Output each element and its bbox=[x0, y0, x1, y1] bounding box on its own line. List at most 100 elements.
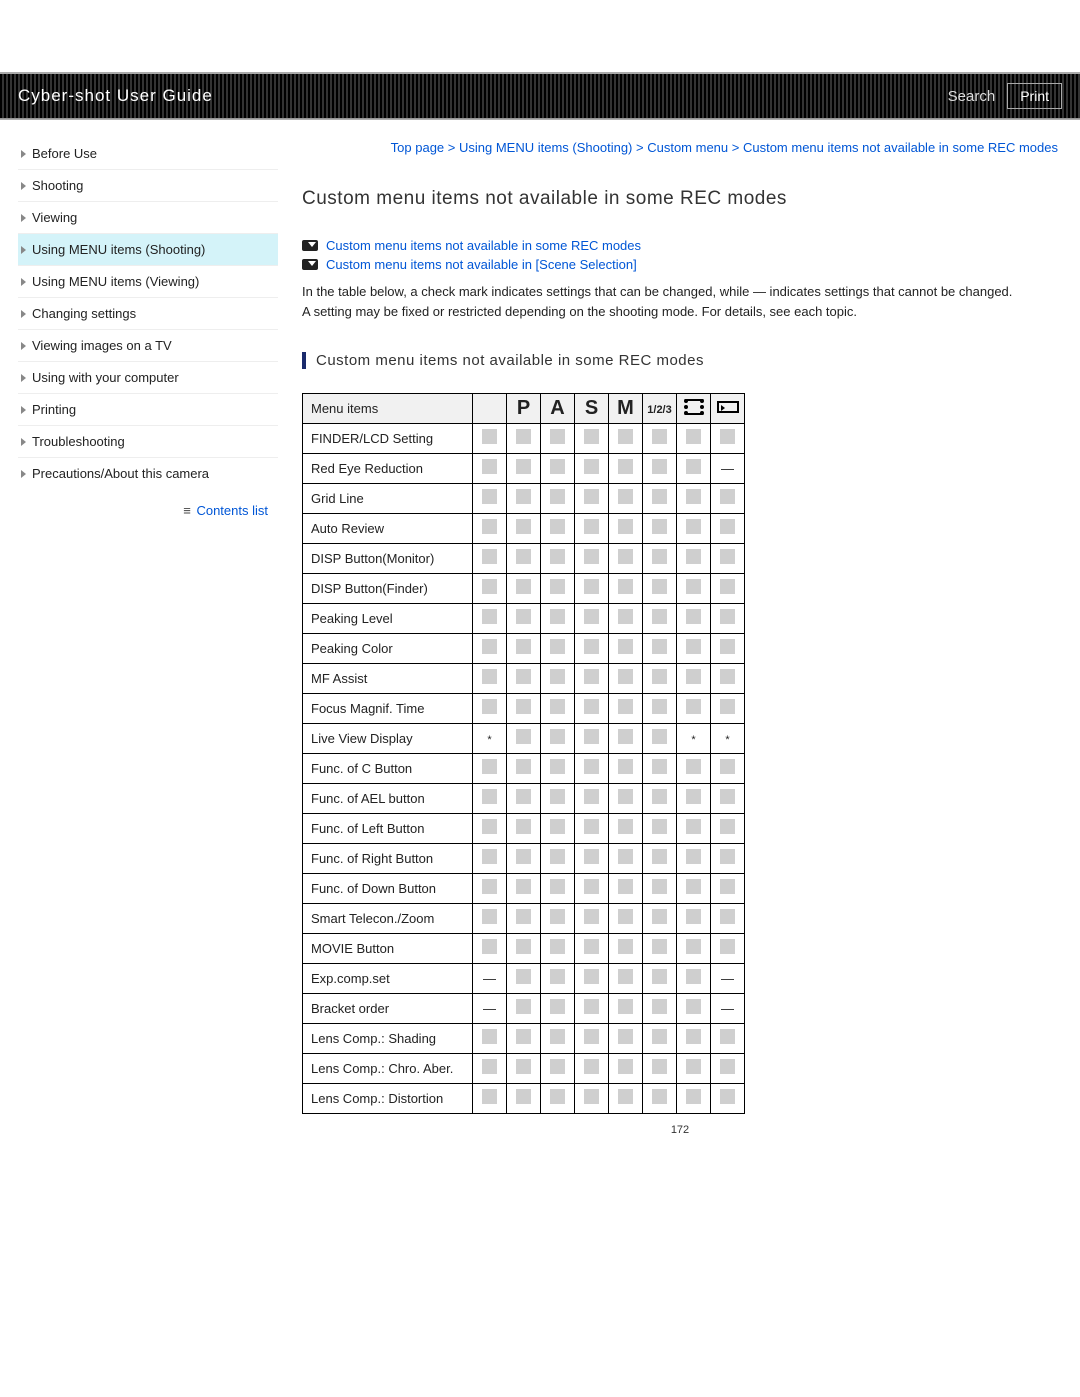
check-icon bbox=[652, 429, 667, 444]
cell bbox=[473, 453, 507, 483]
check-icon bbox=[618, 759, 633, 774]
breadcrumb-link[interactable]: Top page bbox=[391, 140, 445, 155]
jump-link[interactable]: Custom menu items not available in [Scen… bbox=[326, 257, 637, 272]
cell bbox=[473, 903, 507, 933]
table-row: Lens Comp.: Chro. Aber. bbox=[303, 1053, 745, 1083]
sidebar-item[interactable]: Precautions/About this camera bbox=[18, 457, 278, 489]
contents-list-row: ≡ Contents list bbox=[18, 489, 278, 518]
cell: — bbox=[473, 963, 507, 993]
check-icon bbox=[652, 1029, 667, 1044]
print-button[interactable]: Print bbox=[1007, 83, 1062, 109]
breadcrumb-link[interactable]: Custom menu bbox=[647, 140, 728, 155]
jump-link[interactable]: Custom menu items not available in some … bbox=[326, 238, 641, 253]
check-icon bbox=[686, 519, 701, 534]
cell bbox=[677, 1023, 711, 1053]
app-title: Cyber-shot User Guide bbox=[18, 86, 213, 106]
cell bbox=[643, 663, 677, 693]
check-icon bbox=[686, 549, 701, 564]
cell bbox=[609, 783, 643, 813]
check-icon bbox=[686, 429, 701, 444]
table-row: Auto Review bbox=[303, 513, 745, 543]
check-icon bbox=[482, 879, 497, 894]
sidebar-item[interactable]: Printing bbox=[18, 393, 278, 425]
check-icon bbox=[618, 789, 633, 804]
cell bbox=[711, 543, 745, 573]
sidebar-item[interactable]: Changing settings bbox=[18, 297, 278, 329]
cell bbox=[541, 993, 575, 1023]
cell bbox=[643, 903, 677, 933]
cell bbox=[643, 723, 677, 753]
cell bbox=[575, 633, 609, 663]
check-icon bbox=[482, 789, 497, 804]
check-icon bbox=[618, 489, 633, 504]
sidebar-item[interactable]: Using MENU items (Viewing) bbox=[18, 265, 278, 297]
sidebar-item[interactable]: Viewing images on a TV bbox=[18, 329, 278, 361]
check-icon bbox=[516, 969, 531, 984]
cell bbox=[575, 1053, 609, 1083]
sidebar-item[interactable]: Shooting bbox=[18, 169, 278, 201]
check-icon bbox=[618, 429, 633, 444]
breadcrumb-link[interactable]: Custom menu items not available in some … bbox=[743, 140, 1058, 155]
cell bbox=[473, 603, 507, 633]
check-icon bbox=[584, 1059, 599, 1074]
check-icon bbox=[686, 789, 701, 804]
check-icon bbox=[652, 969, 667, 984]
page-number: 172 bbox=[302, 1124, 1058, 1156]
sidebar-item[interactable]: Troubleshooting bbox=[18, 425, 278, 457]
cell bbox=[507, 663, 541, 693]
check-icon bbox=[550, 849, 565, 864]
anchor-icon bbox=[302, 240, 318, 251]
row-label: Smart Telecon./Zoom bbox=[303, 903, 473, 933]
check-icon bbox=[652, 909, 667, 924]
cell bbox=[541, 663, 575, 693]
cell bbox=[575, 783, 609, 813]
check-icon bbox=[618, 699, 633, 714]
cell bbox=[643, 1053, 677, 1083]
sidebar-item[interactable]: Using MENU items (Shooting) bbox=[18, 233, 278, 265]
cell bbox=[575, 933, 609, 963]
cell bbox=[575, 573, 609, 603]
cell bbox=[541, 483, 575, 513]
cell bbox=[473, 873, 507, 903]
check-icon bbox=[584, 639, 599, 654]
cell bbox=[507, 453, 541, 483]
cell bbox=[541, 1083, 575, 1113]
cell bbox=[575, 1023, 609, 1053]
cell bbox=[677, 543, 711, 573]
check-icon bbox=[550, 1059, 565, 1074]
cell bbox=[609, 543, 643, 573]
check-icon bbox=[618, 459, 633, 474]
check-icon bbox=[584, 879, 599, 894]
sidebar-item[interactable]: Before Use bbox=[18, 138, 278, 169]
cell bbox=[609, 963, 643, 993]
cell bbox=[541, 933, 575, 963]
sidebar-item[interactable]: Using with your computer bbox=[18, 361, 278, 393]
check-icon bbox=[618, 609, 633, 624]
check-icon bbox=[652, 789, 667, 804]
check-icon bbox=[516, 909, 531, 924]
cell bbox=[677, 1053, 711, 1083]
contents-list-link[interactable]: Contents list bbox=[196, 503, 268, 518]
cell bbox=[677, 633, 711, 663]
table-row: Peaking Color bbox=[303, 633, 745, 663]
cell bbox=[575, 873, 609, 903]
panorama-icon bbox=[717, 401, 739, 413]
cell bbox=[541, 843, 575, 873]
breadcrumb-link[interactable]: Using MENU items (Shooting) bbox=[459, 140, 632, 155]
modes-table: Menu itemsPASM1/2/3FINDER/LCD SettingRed… bbox=[302, 393, 745, 1114]
check-icon bbox=[482, 609, 497, 624]
check-icon bbox=[720, 519, 735, 534]
cell bbox=[677, 903, 711, 933]
table-row: Func. of Right Button bbox=[303, 843, 745, 873]
check-icon bbox=[686, 579, 701, 594]
search-link[interactable]: Search bbox=[948, 88, 996, 105]
table-row: Lens Comp.: Distortion bbox=[303, 1083, 745, 1113]
sidebar-item[interactable]: Viewing bbox=[18, 201, 278, 233]
check-icon bbox=[720, 549, 735, 564]
check-icon bbox=[550, 819, 565, 834]
cell bbox=[677, 423, 711, 453]
check-icon bbox=[516, 519, 531, 534]
cell bbox=[711, 813, 745, 843]
check-icon bbox=[584, 729, 599, 744]
cell bbox=[541, 903, 575, 933]
